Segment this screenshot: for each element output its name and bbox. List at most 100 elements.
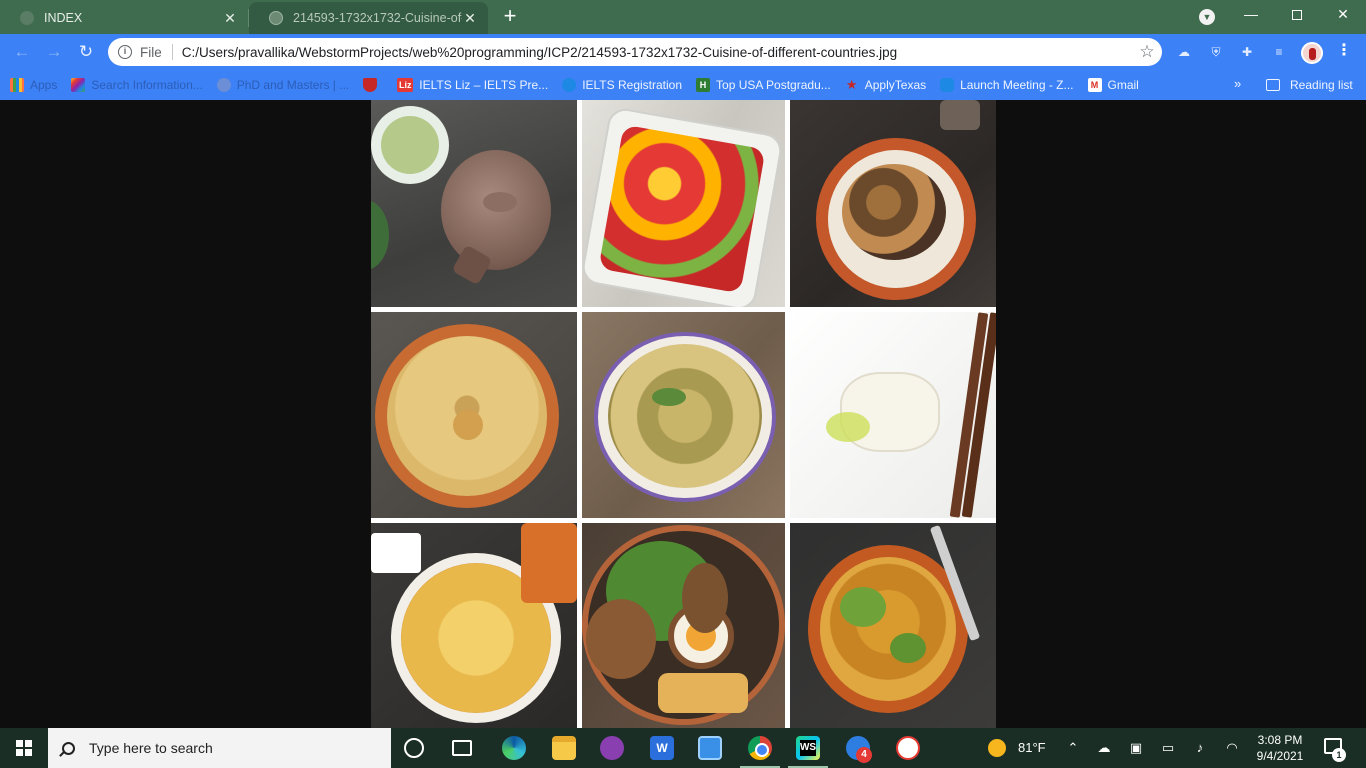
windows-taskbar: Type here to search W WS 4 81°F ⌃ ☁ ▣ ▭ …: [0, 728, 1366, 768]
gmail-icon: M: [1087, 78, 1102, 92]
tab-image[interactable]: 214593-1732x1732-Cuisine-of-d ✕: [249, 2, 488, 34]
github-icon[interactable]: [600, 736, 624, 760]
snipping-tool-icon[interactable]: [896, 736, 920, 760]
star-icon: ★: [845, 77, 858, 92]
roasted-vegetables-photo: [582, 100, 785, 307]
file-explorer-icon[interactable]: [552, 736, 576, 760]
extensions-puzzle-icon[interactable]: ✚: [1238, 43, 1256, 61]
bookmark-gmail[interactable]: M Gmail: [1084, 71, 1143, 99]
globe-icon: [216, 78, 231, 92]
bookmark-label: Apps: [30, 78, 58, 92]
hummus-photo: [371, 312, 577, 518]
back-arrow-icon[interactable]: ←: [11, 41, 33, 63]
zoom-icon: [940, 78, 955, 92]
grain-pilaf-photo: [582, 312, 785, 518]
bookmark-launch-meeting[interactable]: Launch Meeting - Z...: [936, 71, 1077, 99]
granola-bowl-photo: [790, 100, 996, 307]
clock-date: 9/4/2021: [1256, 749, 1304, 763]
ielts-icon: [562, 78, 577, 92]
bookmark-ielts-registration[interactable]: IELTS Registration: [558, 71, 686, 99]
teapot-photo: [371, 100, 577, 307]
bookmark-label: Top USA Postgradu...: [716, 78, 831, 92]
info-icon[interactable]: i: [118, 45, 132, 59]
tab-title: 214593-1732x1732-Cuisine-of-d: [293, 11, 462, 25]
windows-logo-icon: [16, 740, 32, 756]
close-icon[interactable]: ✕: [222, 10, 238, 27]
bookmark-label: Launch Meeting - Z...: [960, 78, 1074, 92]
bookmark-top-usa[interactable]: H Top USA Postgradu...: [692, 71, 835, 99]
bookmark-label: ApplyTexas: [864, 78, 927, 92]
profile-avatar[interactable]: [1301, 42, 1323, 64]
bookmark-search-info[interactable]: Search Information...: [67, 71, 206, 99]
food-collage-image[interactable]: [371, 100, 996, 728]
tab-search-icon[interactable]: ▼: [1199, 9, 1215, 25]
notification-count: 1: [1332, 748, 1346, 762]
bookmark-label: IELTS Registration: [582, 78, 683, 92]
bookmark-star-icon[interactable]: ☆: [1132, 42, 1162, 62]
address-url[interactable]: C:/Users/pravallika/WebstormProjects/web…: [182, 45, 1132, 60]
address-divider: [171, 44, 173, 60]
window-close-button[interactable]: ✕: [1320, 0, 1366, 30]
reading-list-icon: [1266, 79, 1280, 91]
battery-icon[interactable]: ▭: [1158, 728, 1178, 768]
reading-list-button[interactable]: Reading list: [1266, 70, 1353, 100]
reload-icon[interactable]: ↻: [75, 41, 97, 63]
bookmarks-bar: Apps Search Information... PhD and Maste…: [0, 70, 1366, 100]
search-placeholder: Type here to search: [89, 740, 213, 756]
address-bar[interactable]: i File C:/Users/pravallika/WebstormProje…: [108, 38, 1162, 66]
cortana-icon[interactable]: [404, 738, 424, 758]
onedrive-cloud-icon[interactable]: ☁: [1094, 728, 1114, 768]
apps-grid-icon: [10, 78, 24, 92]
menu-kebab-icon[interactable]: ⋮: [1334, 42, 1354, 62]
meet-now-icon[interactable]: ▣: [1126, 728, 1146, 768]
edge-icon[interactable]: [502, 736, 526, 760]
bookmark-shield[interactable]: [359, 71, 387, 99]
weather-sun-icon[interactable]: [988, 739, 1006, 757]
bookmark-apps[interactable]: Apps: [6, 71, 61, 99]
start-button[interactable]: [0, 728, 48, 768]
taskbar-search-box[interactable]: Type here to search: [48, 728, 391, 768]
taskbar-clock[interactable]: 3:08 PM 9/4/2021: [1250, 732, 1310, 764]
bookmark-phd-masters[interactable]: PhD and Masters | ...: [213, 71, 354, 99]
tab-index[interactable]: INDEX ✕: [0, 2, 248, 34]
more-bookmarks-button[interactable]: »: [1234, 70, 1241, 100]
shield-icon: [363, 78, 378, 92]
close-icon[interactable]: ✕: [462, 10, 478, 27]
control-panel-icon[interactable]: [698, 736, 722, 760]
steamed-dumplings-photo: [790, 312, 996, 518]
tray-chevron-up-icon[interactable]: ⌃: [1064, 728, 1082, 768]
bookmark-applytexas[interactable]: ★ ApplyTexas: [841, 71, 930, 99]
tab-strip: INDEX ✕ 214593-1732x1732-Cuisine-of-d ✕ …: [0, 0, 1366, 34]
whatsapp-badge: 4: [856, 747, 872, 763]
tab-title: INDEX: [44, 11, 83, 25]
chrome-icon[interactable]: [748, 736, 772, 760]
browser-toolbar: ← → ↻ i File C:/Users/pravallika/Webstor…: [0, 34, 1366, 70]
liz-icon: Liz: [397, 78, 414, 92]
tab-favicon-icon: [20, 11, 34, 25]
bookmark-label: Gmail: [1107, 78, 1139, 92]
media-queue-icon[interactable]: ≡: [1270, 43, 1288, 61]
bookmark-label: PhD and Masters | ...: [236, 78, 350, 92]
extension-shield-icon[interactable]: ⛨: [1207, 43, 1225, 61]
volume-icon[interactable]: ♪: [1190, 728, 1210, 768]
task-view-icon[interactable]: [452, 740, 472, 756]
h-icon: H: [696, 78, 711, 92]
clock-time: 3:08 PM: [1257, 733, 1303, 747]
quiche-photo: [371, 523, 577, 728]
restore-button[interactable]: [1274, 0, 1320, 30]
word-writer-icon[interactable]: W: [650, 736, 674, 760]
minimize-button[interactable]: —: [1228, 0, 1274, 30]
globe-icon: [269, 11, 283, 25]
bookmark-label: IELTS Liz – IELTS Pre...: [419, 78, 549, 92]
reading-list-label: Reading list: [1290, 78, 1353, 92]
forward-arrow-icon[interactable]: →: [43, 41, 65, 63]
webstorm-icon[interactable]: WS: [796, 736, 820, 760]
colorful-square-icon: [71, 78, 86, 92]
search-icon: [62, 741, 75, 755]
wifi-icon[interactable]: ◠: [1222, 728, 1242, 768]
extension-cloud-icon[interactable]: ☁: [1175, 43, 1193, 61]
weather-temperature[interactable]: 81°F: [1018, 728, 1046, 768]
new-tab-button[interactable]: +: [498, 5, 522, 29]
bookmark-label: Search Information...: [91, 78, 203, 92]
bookmark-ielts-liz[interactable]: Liz IELTS Liz – IELTS Pre...: [393, 71, 552, 99]
